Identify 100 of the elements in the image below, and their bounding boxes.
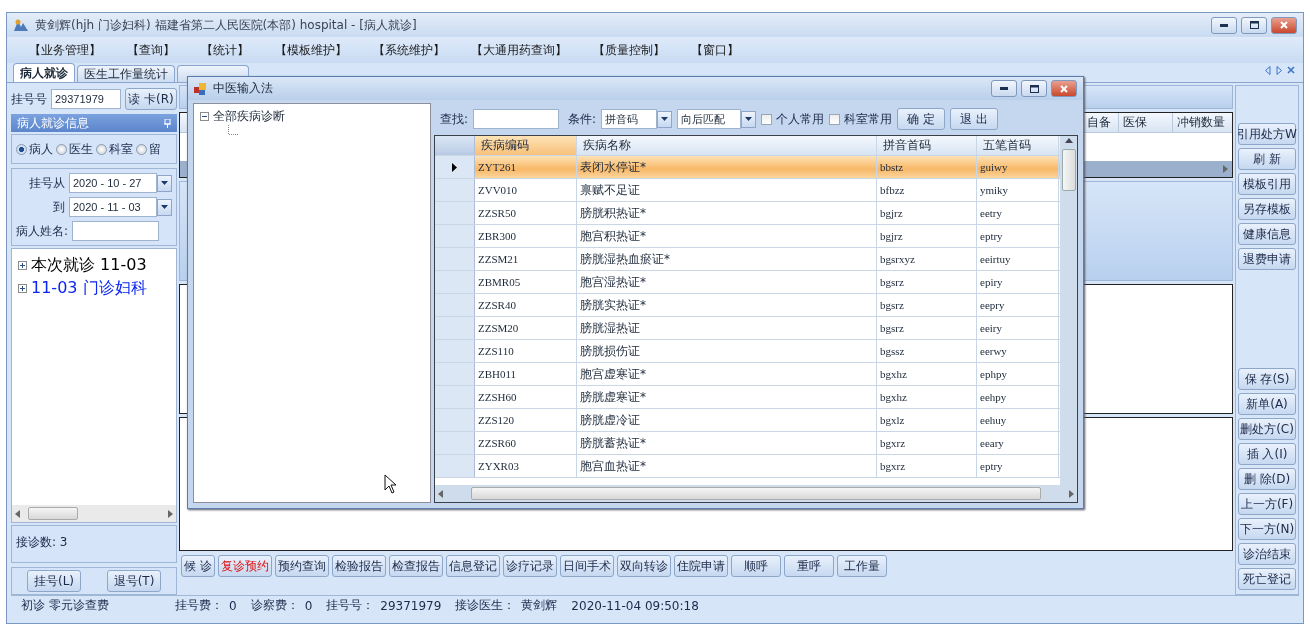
- dialog-button[interactable]: 退 出: [950, 108, 999, 130]
- action-button[interactable]: 工作量: [836, 555, 887, 577]
- table-row[interactable]: ZBR300 胞宫积热证* bgjrz eptry: [435, 225, 1060, 248]
- menu-item[interactable]: 【统计】: [201, 41, 249, 59]
- menu-item[interactable]: 【查询】: [127, 41, 175, 59]
- menu-item[interactable]: 【质量控制】: [593, 41, 665, 59]
- side-button[interactable]: 健康信息: [1238, 223, 1296, 245]
- column-header[interactable]: 拼音首码: [877, 136, 977, 155]
- expander-icon[interactable]: [200, 112, 209, 121]
- table-row[interactable]: ZZSH60 膀胱虚寒证* bgxhz eehpy: [435, 386, 1060, 409]
- tab[interactable]: 病人就诊: [13, 63, 75, 82]
- table-row[interactable]: ZZS120 膀胱虚冷证 bgxlz eehuy: [435, 409, 1060, 432]
- radio-button[interactable]: [16, 143, 27, 155]
- side-button[interactable]: 另存模板: [1238, 198, 1296, 220]
- action-button[interactable]: 检查报告: [388, 555, 443, 577]
- side-button[interactable]: 删 除(D): [1238, 468, 1296, 490]
- action-button[interactable]: 复诊预约: [217, 555, 272, 577]
- minimize-button[interactable]: [991, 80, 1017, 97]
- action-button[interactable]: 住院申请: [673, 555, 728, 577]
- checkbox[interactable]: [829, 113, 841, 125]
- side-button[interactable]: 死亡登记: [1238, 568, 1296, 590]
- radio-button[interactable]: [96, 143, 107, 155]
- close-button[interactable]: [1051, 80, 1077, 97]
- table-row[interactable]: ZBMR05 胞宫湿热证* bgsrz epiry: [435, 271, 1060, 294]
- side-button[interactable]: 插 入(I): [1238, 443, 1296, 465]
- dropdown-button[interactable]: [657, 110, 673, 128]
- table-row[interactable]: ZYXR03 胞宫血热证* bgxrz eptry: [435, 455, 1060, 478]
- dialog-button[interactable]: 确 定: [897, 108, 946, 130]
- row-header[interactable]: [435, 156, 475, 178]
- side-button[interactable]: 上一方(F): [1238, 493, 1296, 515]
- expander-icon[interactable]: [18, 284, 27, 293]
- close-icon[interactable]: [1287, 66, 1295, 74]
- side-button[interactable]: 新单(A): [1238, 393, 1296, 415]
- side-button[interactable]: 保 存(S): [1238, 368, 1296, 390]
- radio-button[interactable]: [56, 143, 67, 155]
- table-row[interactable]: ZVV010 禀赋不足证 bfbzz ymiky: [435, 179, 1060, 202]
- scrollbar[interactable]: [435, 485, 1077, 502]
- action-button[interactable]: 日间手术: [559, 555, 614, 577]
- scrollbar[interactable]: [1060, 136, 1077, 485]
- name-field[interactable]: [72, 221, 160, 241]
- scroll-thumb[interactable]: [471, 487, 1041, 500]
- registration-field[interactable]: 29371979: [51, 89, 121, 109]
- action-button[interactable]: 双向转诊: [616, 555, 671, 577]
- search-field[interactable]: [473, 109, 560, 129]
- maximize-button[interactable]: [1241, 16, 1267, 34]
- scrollbar[interactable]: [12, 505, 176, 522]
- menu-item[interactable]: 【模板维护】: [275, 41, 347, 59]
- tree-item[interactable]: 全部疾病诊断: [213, 108, 285, 125]
- side-button[interactable]: 删处方(C): [1238, 418, 1296, 440]
- dropdown-button[interactable]: [157, 174, 172, 192]
- tree-item[interactable]: 本次就诊 11-03: [31, 255, 147, 276]
- menu-item[interactable]: 【业务管理】: [29, 41, 101, 59]
- close-button[interactable]: [1271, 16, 1297, 34]
- action-button[interactable]: 候 诊: [181, 555, 215, 577]
- dropdown-button[interactable]: [741, 110, 757, 128]
- register-button[interactable]: 挂号(L): [27, 570, 81, 592]
- action-button[interactable]: 诊疗记录: [502, 555, 557, 577]
- table-row[interactable]: ZZSM20 膀胱湿热证 bgsrz eeiry: [435, 317, 1060, 340]
- tree-item[interactable]: 11-03 门诊妇科: [31, 278, 147, 299]
- expander-icon[interactable]: [18, 261, 27, 270]
- pin-icon[interactable]: [164, 118, 171, 128]
- previous-icon[interactable]: [1265, 66, 1271, 75]
- table-row[interactable]: ZBH011 胞宫虚寒证* bgxhz ephpy: [435, 363, 1060, 386]
- table-row[interactable]: ZZSR50 膀胱积热证* bgjrz eetry: [435, 202, 1060, 225]
- action-button[interactable]: 预约查询: [274, 555, 329, 577]
- side-button[interactable]: 诊治结束: [1238, 543, 1296, 565]
- table-row[interactable]: ZYT261 表闭水停证* bbstz guiwy: [435, 156, 1060, 179]
- action-button[interactable]: 信息登记: [445, 555, 500, 577]
- match-select[interactable]: 向后匹配: [677, 109, 742, 129]
- scroll-thumb[interactable]: [1061, 149, 1076, 191]
- scroll-thumb[interactable]: [28, 507, 78, 520]
- register-button[interactable]: 退号(T): [107, 570, 161, 592]
- tab[interactable]: 医生工作量统计: [77, 65, 175, 82]
- date-field[interactable]: 2020 - 10 - 27: [69, 173, 157, 193]
- table-row[interactable]: ZZSR40 膀胱实热证* bgsrz eepry: [435, 294, 1060, 317]
- action-button[interactable]: 顺呼: [730, 555, 781, 577]
- minimize-button[interactable]: [1211, 16, 1237, 34]
- action-button[interactable]: 检验报告: [331, 555, 386, 577]
- condition-select[interactable]: 拼音码: [601, 109, 658, 129]
- dropdown-button[interactable]: [157, 198, 172, 216]
- radio-button[interactable]: [136, 143, 147, 155]
- side-button[interactable]: 下一方(N): [1238, 518, 1296, 540]
- checkbox[interactable]: [761, 113, 773, 125]
- date-field[interactable]: 2020 - 11 - 03: [69, 197, 157, 217]
- side-button[interactable]: 模板引用: [1238, 173, 1296, 195]
- action-button[interactable]: 重呼: [783, 555, 834, 577]
- side-button[interactable]: 刷 新: [1238, 148, 1296, 170]
- menu-item[interactable]: 【大通用药查询】: [471, 41, 567, 59]
- table-row[interactable]: ZZSR60 膀胱蓄热证* bgxrz eeary: [435, 432, 1060, 455]
- menu-item[interactable]: 【系统维护】: [373, 41, 445, 59]
- menu-item[interactable]: 【窗口】: [691, 41, 739, 59]
- column-header[interactable]: 五笔首码: [977, 136, 1059, 155]
- table-row[interactable]: ZZSM21 膀胱湿热血瘀证* bgsrxyz eeirtuy: [435, 248, 1060, 271]
- read-card-button[interactable]: 读 卡(R): [125, 88, 177, 110]
- column-header[interactable]: 疾病名称: [577, 136, 877, 155]
- next-icon[interactable]: [1276, 66, 1282, 75]
- side-button[interactable]: 退费申请: [1238, 248, 1296, 270]
- table-row[interactable]: ZZS110 膀胱损伤证 bgssz eerwy: [435, 340, 1060, 363]
- maximize-button[interactable]: [1021, 80, 1047, 97]
- column-header[interactable]: 疾病编码: [475, 136, 577, 155]
